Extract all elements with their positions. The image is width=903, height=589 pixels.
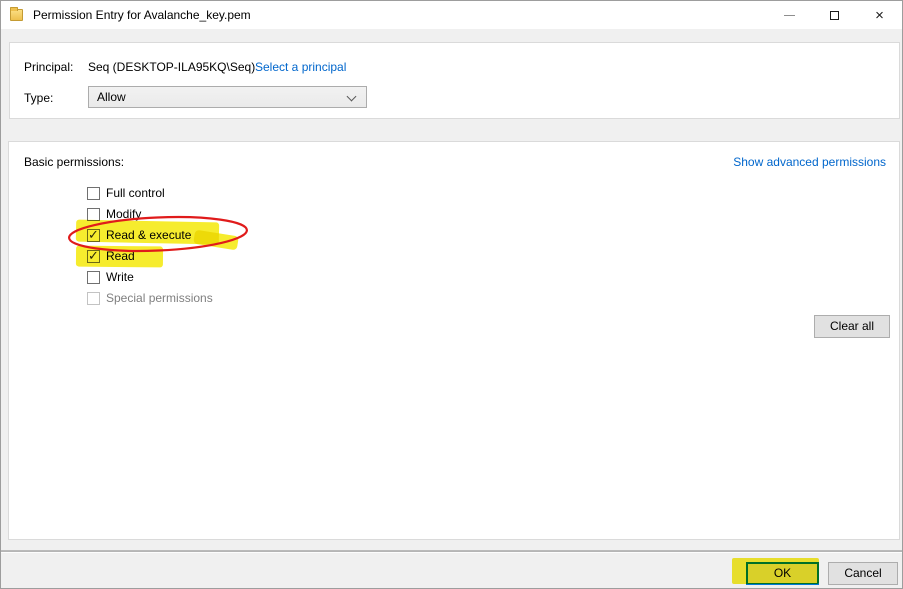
- basic-permissions-label: Basic permissions:: [24, 155, 124, 169]
- read-checkbox[interactable]: [87, 250, 100, 263]
- minimize-icon: [784, 15, 795, 16]
- footer-separator: [1, 550, 902, 553]
- permission-row-full-control: Full control: [87, 185, 165, 201]
- write-checkbox[interactable]: [87, 271, 100, 284]
- permission-row-modify: Modify: [87, 206, 141, 222]
- principal-label: Principal:: [24, 60, 73, 74]
- type-label: Type:: [24, 91, 53, 105]
- special-permissions-checkbox: [87, 292, 100, 305]
- title-bar: Permission Entry for Avalanche_key.pem ×: [1, 1, 902, 29]
- permission-label[interactable]: Modify: [106, 207, 141, 221]
- clear-all-button[interactable]: Clear all: [814, 315, 890, 338]
- minimize-button[interactable]: [767, 1, 812, 29]
- close-icon: ×: [875, 8, 884, 23]
- permission-row-read: Read: [87, 248, 135, 264]
- permission-row-read-execute: Read & execute: [87, 227, 191, 243]
- permission-entry-dialog: Permission Entry for Avalanche_key.pem ×…: [0, 0, 903, 589]
- cancel-button[interactable]: Cancel: [828, 562, 898, 585]
- permission-label: Special permissions: [106, 291, 213, 305]
- show-advanced-permissions-link[interactable]: Show advanced permissions: [733, 155, 886, 169]
- principal-panel: Principal: Seq (DESKTOP-ILA95KQ\Seq) Sel…: [9, 42, 900, 119]
- read-execute-checkbox[interactable]: [87, 229, 100, 242]
- maximize-button[interactable]: [812, 1, 857, 29]
- permission-label[interactable]: Write: [106, 270, 134, 284]
- permissions-panel: Basic permissions: Show advanced permiss…: [8, 141, 900, 540]
- chevron-down-icon: [347, 92, 357, 102]
- permission-label[interactable]: Full control: [106, 186, 165, 200]
- modify-checkbox[interactable]: [87, 208, 100, 221]
- window-title: Permission Entry for Avalanche_key.pem: [33, 8, 251, 22]
- close-button[interactable]: ×: [857, 1, 902, 29]
- permission-row-write: Write: [87, 269, 134, 285]
- permission-label[interactable]: Read & execute: [106, 228, 191, 242]
- full-control-checkbox[interactable]: [87, 187, 100, 200]
- permission-label[interactable]: Read: [106, 249, 135, 263]
- permission-row-special: Special permissions: [87, 290, 213, 306]
- type-dropdown-value: Allow: [97, 90, 126, 104]
- maximize-icon: [830, 11, 839, 20]
- principal-value: Seq (DESKTOP-ILA95KQ\Seq): [88, 60, 255, 74]
- folder-icon: [10, 9, 23, 21]
- type-dropdown[interactable]: Allow: [88, 86, 367, 108]
- ok-button[interactable]: OK: [746, 562, 819, 585]
- select-principal-link[interactable]: Select a principal: [255, 60, 346, 74]
